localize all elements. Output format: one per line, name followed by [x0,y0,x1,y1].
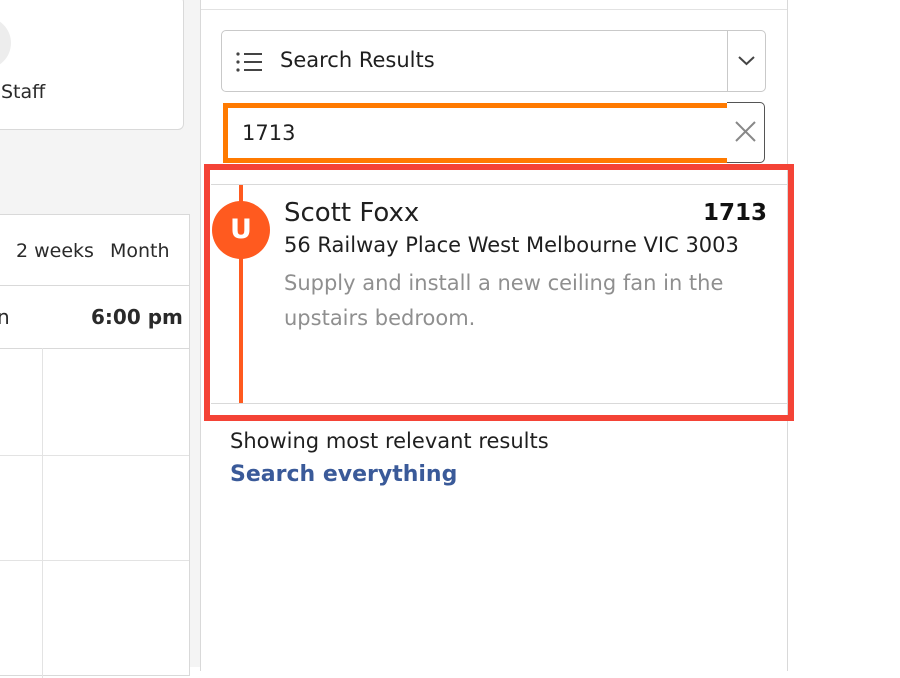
time-label-partial: n [0,305,10,329]
calendar-grid-line [0,455,189,456]
clear-search-button[interactable] [727,102,765,163]
search-panel: Search Results U Scott Foxx 1713 56 Rail… [200,0,794,671]
plus-icon: + [0,31,2,51]
view-month-button[interactable]: Month [110,240,170,262]
list-icon [236,52,262,72]
view-2-weeks-button[interactable]: 2 weeks [16,240,94,262]
calendar-panel: 2 weeks Month n 6:00 pm [0,214,190,678]
chevron-down-icon [738,56,755,66]
result-highlight-box [204,164,794,421]
panel-top-strip [201,0,787,10]
time-header-row: n 6:00 pm [0,286,189,349]
search-input[interactable] [223,103,743,163]
search-mode-label: Search Results [280,48,435,72]
calendar-grid-line [42,348,43,678]
staff-card[interactable]: + Staff [0,0,184,130]
staff-avatar: + [0,17,11,69]
showing-results-text: Showing most relevant results [230,429,549,453]
close-icon [735,121,756,142]
time-label-6pm: 6:00 pm [91,305,183,329]
calendar-view-switcher: 2 weeks Month [0,215,189,286]
calendar-area: + Staff 2 weeks Month n 6:00 pm [0,0,200,678]
staff-label: Staff [1,81,46,103]
calendar-grid-line [0,560,189,561]
search-mode-dropdown[interactable]: Search Results [221,30,766,92]
dropdown-toggle[interactable] [727,31,765,91]
search-everything-link[interactable]: Search everything [230,462,457,487]
